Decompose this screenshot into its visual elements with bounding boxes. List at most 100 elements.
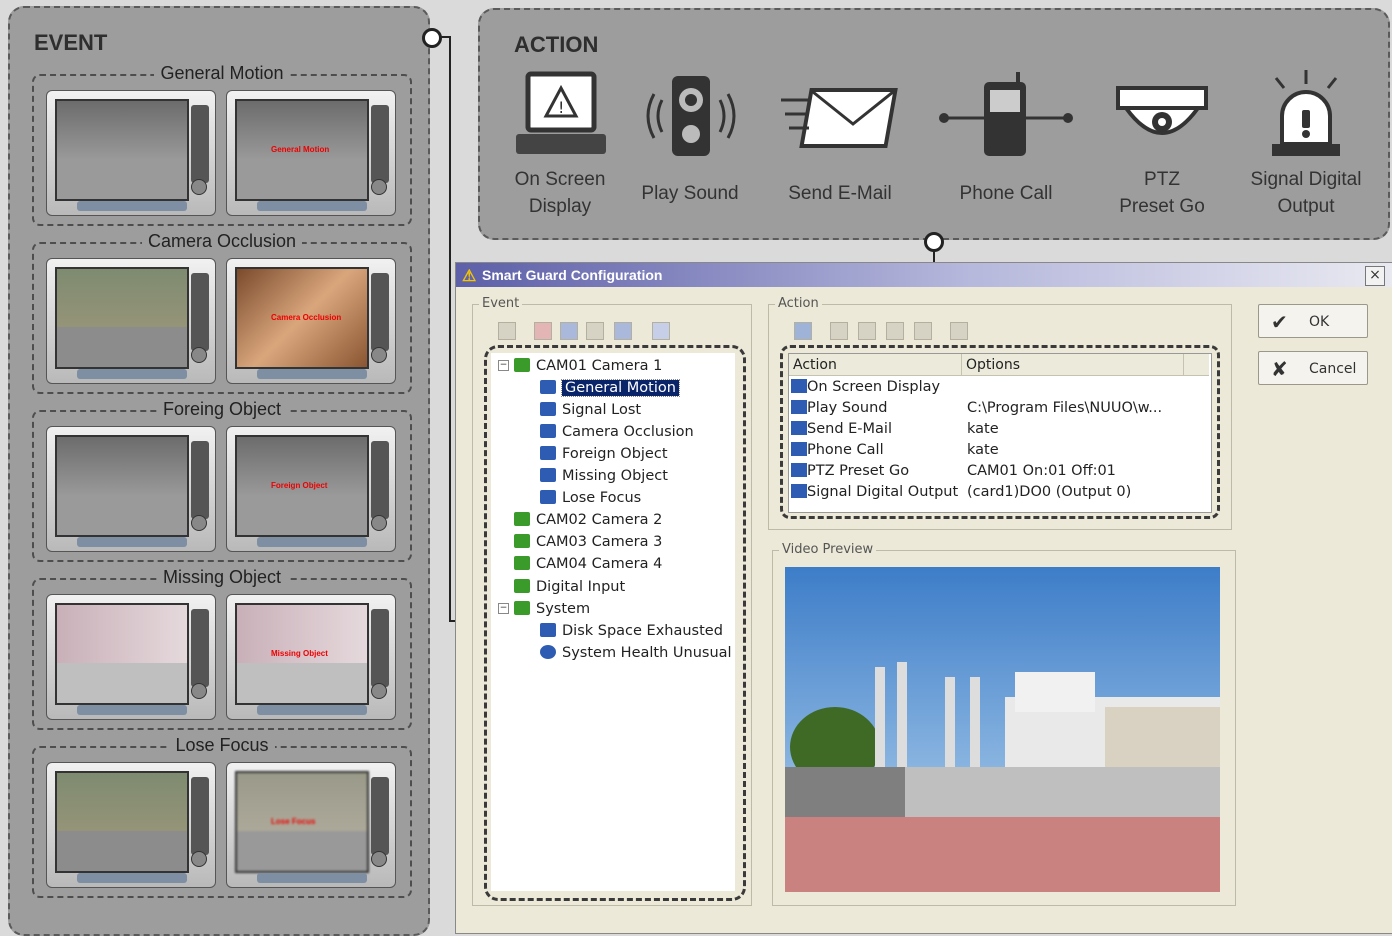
action-panel: ACTION ! On Screen Display Play Sound Sen…: [478, 8, 1390, 240]
tree-node-system[interactable]: System: [514, 599, 590, 619]
tree-node-cam03[interactable]: CAM03 Camera 3: [514, 532, 662, 552]
add-action-icon[interactable]: [794, 322, 812, 340]
tree-node-cam02[interactable]: CAM02 Camera 2: [514, 510, 662, 530]
event-group-camera-occlusion: Camera Occlusion Camera Occlusion: [32, 231, 412, 394]
foreign-object-icon: [540, 446, 556, 460]
video-preview-image: [785, 567, 1220, 892]
tree-node-cam04[interactable]: CAM04 Camera 4: [514, 554, 662, 574]
action-ptz-preset-go: PTZ Preset Go: [1092, 70, 1232, 220]
system-icon: [514, 601, 530, 615]
event-group-label: General Motion: [154, 63, 290, 83]
disk-icon: [540, 623, 556, 637]
action-list-highlight: [780, 345, 1220, 519]
event-panel: EVENT General Motion General Motion Came…: [8, 6, 430, 936]
event-group-lose-focus: Lose Focus Lose Focus: [32, 735, 412, 898]
collapse-toggle[interactable]: −: [498, 360, 509, 371]
delete-icon[interactable]: [534, 322, 552, 340]
paste-all-action-icon[interactable]: [914, 322, 932, 340]
event-overlay-text: Lose Focus: [271, 817, 316, 826]
health-icon: [540, 645, 556, 659]
lose-focus-icon: [540, 490, 556, 504]
video-preview-label: Video Preview: [779, 542, 877, 557]
dialog-title: Smart Guard Configuration: [482, 267, 663, 283]
event-group-missing-object: Missing Object Missing Object: [32, 567, 412, 730]
digital-input-icon: [514, 579, 530, 593]
monitor-thumbnail: Camera Occlusion: [226, 258, 396, 384]
event-overlay-text: Missing Object: [271, 649, 328, 658]
monitor-thumbnail: [46, 258, 216, 384]
close-button[interactable]: ×: [1365, 266, 1385, 286]
action-on-screen-display: ! On Screen Display: [490, 70, 630, 220]
phone-icon: [939, 72, 1073, 156]
action-phone-call: Phone Call: [936, 70, 1076, 207]
event-overlay-text: General Motion: [271, 145, 330, 154]
action-send-email: Send E-Mail: [770, 70, 910, 207]
connector-dot: [422, 28, 442, 48]
monitor-thumbnail: [46, 762, 216, 888]
save-icon[interactable]: [652, 322, 670, 340]
dialog-titlebar[interactable]: ⚠ Smart Guard Configuration: [456, 263, 1392, 287]
tree-node-foreign-object[interactable]: Foreign Object: [540, 444, 668, 464]
connector-dot: [924, 232, 944, 252]
warning-icon: ⚠: [462, 268, 477, 285]
tree-node-lose-focus[interactable]: Lose Focus: [540, 488, 641, 508]
camera-icon: [514, 358, 530, 372]
monitor-thumbnail: [46, 426, 216, 552]
tree-node-cam01[interactable]: CAM01 Camera 1: [514, 356, 662, 376]
monitor-thumbnail: Missing Object: [226, 594, 396, 720]
action-play-sound: Play Sound: [620, 70, 760, 207]
occlusion-icon: [540, 424, 556, 438]
monitor-thumbnail: [46, 90, 216, 216]
ptz-camera-icon: [1116, 86, 1208, 135]
monitor-thumbnail: General Motion: [226, 90, 396, 216]
delete-action-icon[interactable]: [950, 322, 968, 340]
copy-icon[interactable]: [560, 322, 578, 340]
tree-node-digital-input[interactable]: Digital Input: [514, 577, 625, 597]
motion-icon: [540, 380, 556, 394]
event-group-foreign-object: Foreing Object Foreign Object: [32, 399, 412, 562]
ok-button[interactable]: ✔ OK: [1258, 304, 1368, 338]
event-group-label: Lose Focus: [169, 735, 275, 755]
action-frame-label: Action: [775, 296, 822, 311]
monitor-thumbnail: [46, 594, 216, 720]
cancel-button[interactable]: ✘ Cancel: [1258, 351, 1368, 385]
svg-text:!: !: [558, 98, 564, 117]
event-group-general-motion: General Motion General Motion: [32, 63, 412, 226]
camera-icon: [514, 512, 530, 526]
new-icon[interactable]: [498, 322, 516, 340]
edit-action-icon[interactable]: [830, 322, 848, 340]
tree-node-system-health[interactable]: System Health Unusual: [540, 643, 732, 663]
collapse-toggle[interactable]: −: [498, 603, 509, 614]
event-group-label: Camera Occlusion: [141, 231, 303, 251]
event-overlay-text: Foreign Object: [271, 481, 328, 490]
tree-node-signal-lost[interactable]: Signal Lost: [540, 400, 641, 420]
event-frame-label: Event: [479, 296, 523, 311]
action-signal-digital-output: Signal Digital Output: [1236, 70, 1376, 220]
action-panel-title: ACTION: [514, 32, 599, 57]
alarm-light-icon: [1272, 70, 1340, 156]
checkmark-icon: ✔: [1271, 310, 1288, 334]
event-group-label: Missing Object: [156, 567, 288, 587]
camera-icon: [514, 534, 530, 548]
x-icon: ✘: [1271, 357, 1288, 381]
monitor-thumbnail: Lose Focus: [226, 762, 396, 888]
missing-object-icon: [540, 468, 556, 482]
video-preview: [785, 567, 1220, 892]
paste-action-icon[interactable]: [886, 322, 904, 340]
tree-node-disk-space[interactable]: Disk Space Exhausted: [540, 621, 723, 641]
laptop-warning-icon: !: [516, 71, 606, 154]
event-group-label: Foreing Object: [156, 399, 288, 419]
event-panel-title: EVENT: [34, 30, 108, 55]
paste-icon[interactable]: [586, 322, 604, 340]
paste-all-icon[interactable]: [614, 322, 632, 340]
event-overlay-text: Camera Occlusion: [271, 313, 342, 322]
tree-node-general-motion[interactable]: General Motion: [540, 378, 680, 398]
camera-icon: [514, 556, 530, 570]
tree-node-camera-occlusion[interactable]: Camera Occlusion: [540, 422, 694, 442]
signal-lost-icon: [540, 402, 556, 416]
copy-action-icon[interactable]: [858, 322, 876, 340]
envelope-icon: [781, 88, 898, 148]
speaker-icon: [646, 76, 736, 156]
tree-node-missing-object[interactable]: Missing Object: [540, 466, 668, 486]
monitor-thumbnail: Foreign Object: [226, 426, 396, 552]
